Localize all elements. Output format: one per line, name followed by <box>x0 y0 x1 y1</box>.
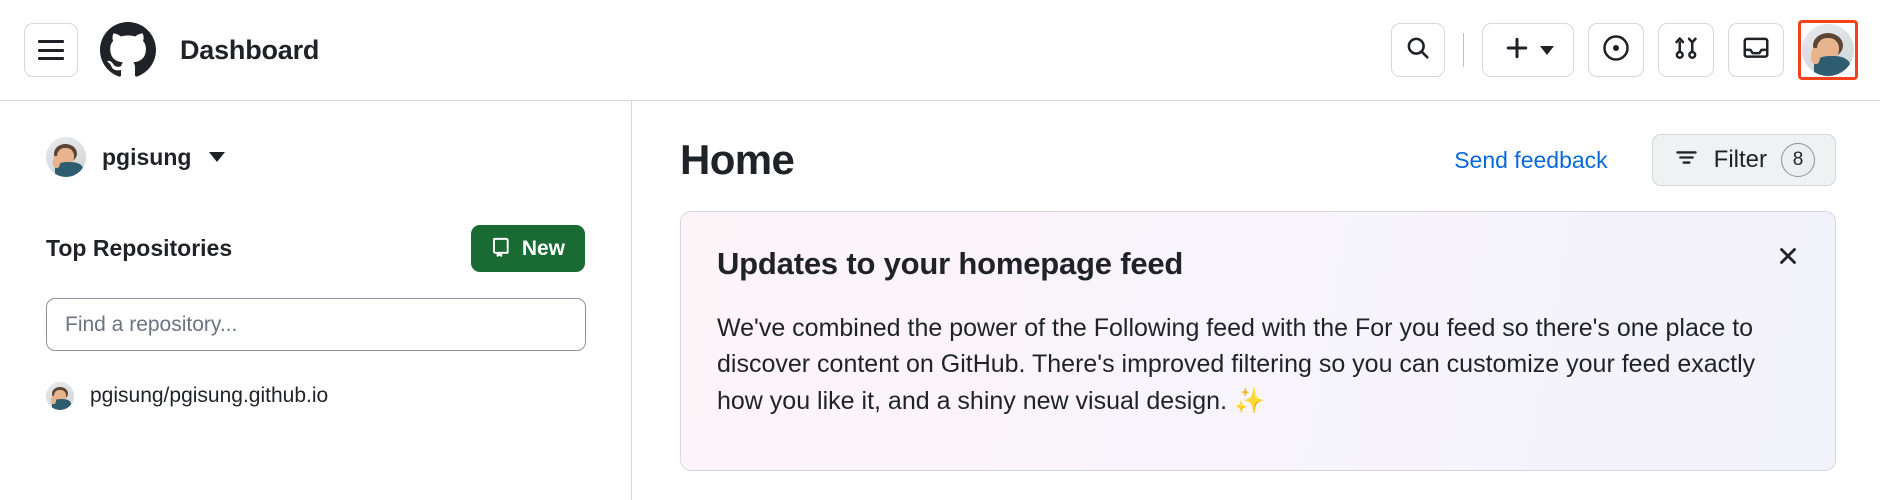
filter-icon <box>1673 144 1700 176</box>
account-username: pgisung <box>102 143 192 170</box>
feed-card-body: We've combined the power of the Followin… <box>717 314 1756 415</box>
plus-icon <box>1503 34 1531 67</box>
close-card-button[interactable] <box>1771 240 1805 274</box>
account-switcher[interactable]: pgisung <box>46 137 226 177</box>
feed-announcement-card: Updates to your homepage feed We've comb… <box>680 211 1836 471</box>
header-divider <box>1463 33 1464 67</box>
repository-name: pgisung/pgisung.github.io <box>90 384 329 407</box>
top-repositories-title: Top Repositories <box>46 235 233 261</box>
list-item[interactable]: pgisung/pgisung.github.io <box>46 379 585 413</box>
repository-search-input[interactable] <box>46 298 586 351</box>
search-button[interactable] <box>1391 23 1445 77</box>
header-actions <box>1391 20 1858 80</box>
header-page-title: Dashboard <box>180 34 320 65</box>
hamburger-menu-icon <box>38 40 64 60</box>
filter-button[interactable]: Filter 8 <box>1651 134 1836 186</box>
new-repository-button[interactable]: New <box>470 225 585 272</box>
issue-opened-icon <box>1601 33 1631 68</box>
send-feedback-link[interactable]: Send feedback <box>1454 147 1607 174</box>
page-layout: pgisung Top Repositories New Find a repo… <box>0 101 1880 500</box>
inbox-icon <box>1741 33 1771 68</box>
sidebar: pgisung Top Repositories New Find a repo… <box>0 101 632 500</box>
avatar <box>46 382 74 410</box>
main-content: Home Send feedback Filter 8 Updates to y… <box>632 101 1880 500</box>
close-icon <box>1775 243 1801 272</box>
avatar <box>46 137 86 177</box>
chevron-down-icon <box>209 152 226 162</box>
feed-card-title: Updates to your homepage feed <box>717 246 1184 281</box>
avatar <box>1802 24 1854 76</box>
create-new-button[interactable] <box>1482 23 1574 77</box>
chevron-down-icon <box>1539 45 1554 55</box>
repository-list: pgisung/pgisung.github.io <box>46 379 585 413</box>
pull-requests-button[interactable] <box>1658 23 1714 77</box>
repo-icon <box>491 236 512 261</box>
account-avatar-button[interactable] <box>1798 20 1858 80</box>
filter-label: Filter <box>1713 146 1767 173</box>
main-header: Home Send feedback Filter 8 <box>680 131 1836 189</box>
git-pull-request-icon <box>1671 33 1701 68</box>
search-icon <box>1404 34 1432 67</box>
top-repositories-header: Top Repositories New <box>46 225 585 272</box>
hamburger-menu-button[interactable] <box>24 23 78 77</box>
issues-button[interactable] <box>1588 23 1644 77</box>
github-logo-icon <box>100 22 156 78</box>
filter-count-badge: 8 <box>1781 143 1815 177</box>
app-header: Dashboard <box>0 0 1880 101</box>
notifications-button[interactable] <box>1728 23 1784 77</box>
page-title: Home <box>680 136 795 183</box>
new-repository-label: New <box>521 237 565 260</box>
